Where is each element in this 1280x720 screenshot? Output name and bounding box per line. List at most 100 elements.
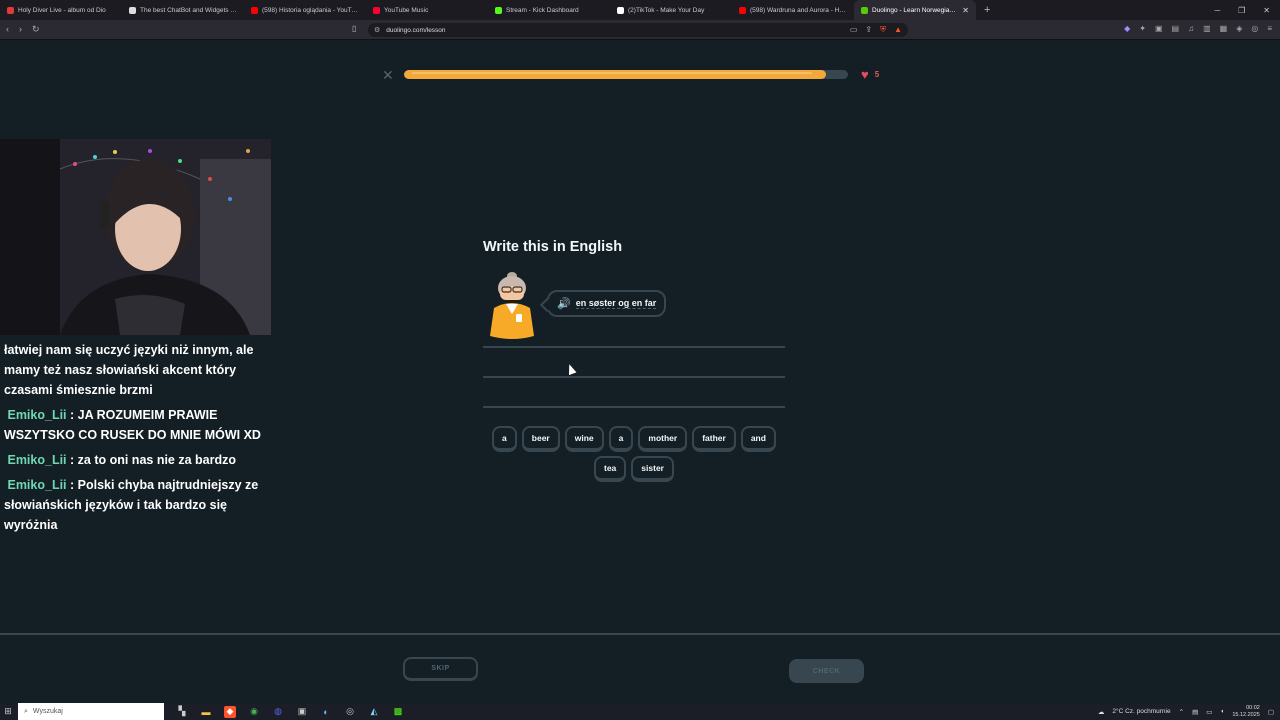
chat-message: Emiko_Lii : Polski chyba najtrudniejszy … bbox=[4, 475, 272, 535]
answer-line-1 bbox=[483, 346, 785, 348]
taskbar-apps: ▚ ▬ ◆ ◉ ◍ ▣ ◐ ◎ ◭ ▩ bbox=[176, 705, 404, 718]
tab-favicon-icon bbox=[495, 6, 502, 14]
tab-list: Holy Diver Live - album od Dio The best C… bbox=[0, 0, 976, 20]
brave-icon[interactable]: ◆ bbox=[224, 705, 236, 718]
tab-search-icon[interactable]: ▦ bbox=[1220, 24, 1228, 33]
tab-favicon-icon bbox=[861, 6, 868, 14]
word-tile[interactable]: a bbox=[608, 426, 634, 452]
address-bar[interactable]: ⚙ duolingo.com/lesson ▭ ⇪ ⛨ ▲ bbox=[368, 23, 908, 37]
word-tile[interactable]: wine bbox=[564, 426, 604, 452]
tab-favicon-icon bbox=[617, 6, 624, 14]
browser-tab-bar: Holy Diver Live - album od Dio The best C… bbox=[0, 0, 1280, 20]
clock-time: 00:02 bbox=[1246, 704, 1260, 711]
close-lesson-icon[interactable]: ✕ bbox=[382, 67, 394, 84]
chrome-icon[interactable]: ◉ bbox=[248, 706, 260, 718]
new-tab-button[interactable]: + bbox=[976, 4, 998, 16]
word-tile[interactable]: and bbox=[740, 426, 776, 452]
notifications-icon[interactable]: ▢ bbox=[1268, 708, 1274, 716]
weather-icon[interactable]: ☁ bbox=[1098, 708, 1105, 716]
browser-tab[interactable]: (598) Historia oglądania - YouTube bbox=[244, 0, 366, 20]
forward-icon[interactable]: › bbox=[19, 24, 22, 35]
browser-tab[interactable]: Holy Diver Live - album od Dio bbox=[0, 0, 122, 20]
browser-tab[interactable]: (2)TikTok - Make Your Day bbox=[610, 0, 732, 20]
word-tile[interactable]: a bbox=[492, 426, 517, 452]
chat-username[interactable]: Emiko_Lii bbox=[7, 408, 66, 422]
address-bar-actions: ▭ ⇪ ⛨ ▲ bbox=[850, 25, 902, 35]
maximize-icon[interactable]: ❐ bbox=[1238, 6, 1245, 15]
tab-close-icon[interactable]: ✕ bbox=[962, 6, 969, 15]
chat-username[interactable]: Emiko_Lii bbox=[7, 453, 66, 467]
network-icon[interactable]: ▤ bbox=[1192, 708, 1198, 716]
word-bank-row: tea sister bbox=[483, 456, 785, 482]
tab-title: (598) Historia oglądania - YouTube bbox=[262, 6, 359, 14]
mouse-cursor bbox=[565, 362, 577, 376]
kick-icon[interactable]: ▩ bbox=[392, 706, 404, 718]
windows-start-icon[interactable]: ⊞ bbox=[0, 706, 16, 717]
heart-icon: ♥ bbox=[861, 67, 869, 82]
discord-icon[interactable]: ◍ bbox=[272, 706, 284, 718]
extensions-icon[interactable]: ✦ bbox=[1139, 24, 1146, 33]
bookmark-icon[interactable]: ▯ bbox=[352, 24, 356, 33]
sentence-text[interactable]: en søster og en far bbox=[575, 298, 657, 309]
download-icon[interactable]: ▤ bbox=[1172, 24, 1180, 33]
steam-icon[interactable]: ◐ bbox=[320, 706, 332, 718]
word-tile[interactable]: mother bbox=[638, 426, 688, 452]
minimize-icon[interactable]: ─ bbox=[1214, 6, 1220, 15]
word-tile[interactable]: tea bbox=[594, 456, 627, 482]
brave-shield-icon[interactable]: ⛨ bbox=[880, 25, 886, 35]
nav-buttons: ‹ › ↻ bbox=[0, 24, 60, 35]
media-icon[interactable]: ♫ bbox=[1188, 24, 1194, 33]
file-explorer-icon[interactable]: ▬ bbox=[200, 706, 212, 718]
site-info-icon[interactable]: ⚙ bbox=[374, 26, 380, 34]
browser-tab[interactable]: Duolingo - Learn Norwegian (Bok ✕ bbox=[854, 0, 976, 20]
media-player-icon[interactable]: ▣ bbox=[296, 706, 308, 718]
windows-taskbar: ⊞ ⌕ Wyszukaj ▚ ▬ ◆ ◉ ◍ ▣ ◐ ◎ ◭ ▩ ☁ 2°C C… bbox=[0, 703, 1280, 720]
wallet-icon[interactable]: ◈ bbox=[1236, 24, 1242, 33]
word-bank-row: a beer wine a mother father and bbox=[483, 426, 785, 452]
clock[interactable]: 00:02 15.12.2025 bbox=[1232, 705, 1260, 719]
menu-icon[interactable]: ≡ bbox=[1267, 24, 1272, 33]
skip-button[interactable]: SKIP bbox=[403, 657, 478, 681]
screen-icon[interactable]: ▭ bbox=[850, 25, 858, 35]
challenge-prompt: Write this in English bbox=[483, 239, 623, 255]
browser-tab[interactable]: YouTube Music bbox=[366, 0, 488, 20]
rewards-icon[interactable]: ▲ bbox=[894, 25, 902, 35]
obs-icon[interactable]: ◎ bbox=[344, 706, 356, 718]
clock-date: 15.12.2025 bbox=[1232, 711, 1260, 718]
sidebar-icon[interactable]: ▥ bbox=[1203, 24, 1211, 33]
check-button[interactable]: CHECK bbox=[789, 659, 864, 683]
tab-favicon-icon bbox=[373, 6, 380, 14]
task-view-icon[interactable]: ▚ bbox=[176, 706, 188, 718]
word-tile[interactable]: father bbox=[692, 426, 736, 452]
leo-icon[interactable]: ◆ bbox=[1124, 24, 1130, 33]
tray-chevron-icon[interactable]: ⌃ bbox=[1179, 708, 1184, 716]
reload-icon[interactable]: ↻ bbox=[32, 24, 40, 35]
browser-tab[interactable]: (598) Wardruna and Aurora - Helvegen bbox=[732, 0, 854, 20]
character-illustration bbox=[490, 272, 534, 339]
tab-title: YouTube Music bbox=[384, 6, 429, 14]
weather-text[interactable]: 2°C Cz. pochmurnie bbox=[1112, 708, 1170, 715]
lesson-progress-bar bbox=[404, 70, 848, 79]
stream-chat: łatwiej nam się uczyć języki niż innym, … bbox=[4, 340, 272, 540]
word-tile[interactable]: beer bbox=[521, 426, 560, 452]
chat-text: łatwiej nam się uczyć języki niż innym, … bbox=[4, 343, 254, 397]
browser-tab[interactable]: Stream - Kick Dashboard bbox=[488, 0, 610, 20]
volume-icon[interactable]: ◖ bbox=[1220, 708, 1224, 715]
vpn-icon[interactable]: ◎ bbox=[1251, 24, 1258, 33]
taskbar-search[interactable]: ⌕ Wyszukaj bbox=[18, 703, 164, 720]
chat-username[interactable]: Emiko_Lii bbox=[7, 478, 66, 492]
puzzle-icon[interactable]: ▣ bbox=[1155, 24, 1163, 33]
word-tile[interactable]: sister bbox=[631, 456, 674, 482]
browser-tab[interactable]: The best ChatBot and Widgets for Ki bbox=[122, 0, 244, 20]
sentence-bubble[interactable]: 🔊 en søster og en far bbox=[547, 290, 667, 317]
close-window-icon[interactable]: ✕ bbox=[1263, 6, 1270, 15]
tab-favicon-icon bbox=[739, 6, 746, 14]
battery-icon[interactable]: ▭ bbox=[1206, 708, 1212, 716]
share-icon[interactable]: ⇪ bbox=[865, 25, 872, 35]
back-icon[interactable]: ‹ bbox=[6, 24, 9, 35]
app-icon[interactable]: ◭ bbox=[368, 706, 380, 718]
progress-fill bbox=[404, 70, 826, 79]
tab-favicon-icon bbox=[251, 6, 258, 14]
lesson-page: ✕ ♥ 5 Write this in English 🔊 en søster … bbox=[0, 41, 1280, 633]
speaker-icon[interactable]: 🔊 bbox=[557, 297, 571, 310]
